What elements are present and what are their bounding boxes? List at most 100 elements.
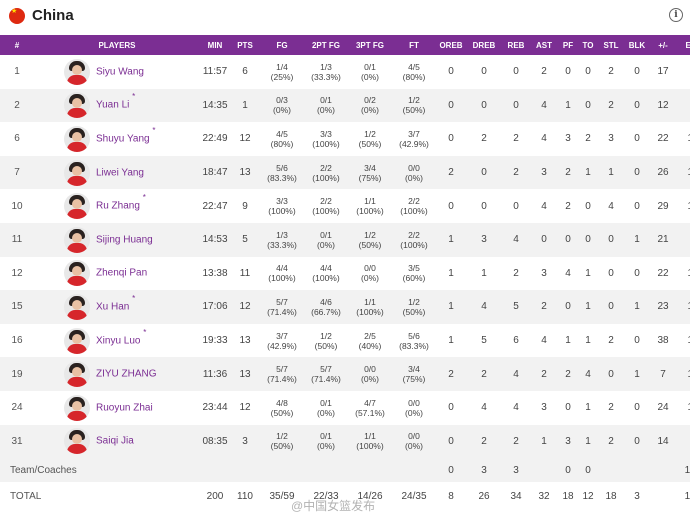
ast-cell: 3 (541, 167, 547, 179)
player-cell[interactable]: Zhenqi Pan (34, 257, 200, 291)
column-header[interactable]: AST (530, 35, 558, 55)
minutes-cell: 17:06 (202, 301, 228, 313)
percentage: (0%) (405, 172, 423, 183)
column-header[interactable]: TO (578, 35, 598, 55)
points-cell: 12 (239, 301, 251, 313)
shooting-cell: 0/0 (0%) (348, 257, 392, 291)
player-row[interactable]: 7 Liwei Yang 18:47 13 5/6 (83.3%) 2/2 (100%) 3/… (0, 155, 690, 190)
reb-cell: 4 (513, 368, 519, 380)
player-cell[interactable]: Sijing Huang (34, 223, 200, 257)
blk-cell: 0 (634, 66, 640, 78)
minutes-cell: 14:53 (202, 234, 228, 246)
column-header[interactable]: PF (558, 35, 578, 55)
player-avatar (64, 125, 90, 152)
player-row[interactable]: 10 Ru Zhang * 22:47 9 3/3 (100%) 2/2 (100%) 1/1(… (0, 189, 690, 223)
percentage: (0%) (317, 105, 335, 116)
to-cell: 2 (585, 133, 591, 145)
column-header[interactable]: DREB (466, 35, 502, 55)
shooting-cell: 2/2 (100%) (304, 189, 348, 223)
player-name-link[interactable]: Ruoyun Zhai (96, 402, 153, 413)
oreb-cell: 0 (448, 200, 454, 212)
column-header[interactable]: # (0, 35, 34, 55)
team-coaches-label: Team/Coaches (10, 464, 77, 476)
player-name-link[interactable]: Sijing Huang (96, 234, 153, 245)
player-name-link[interactable]: Yuan Li (96, 100, 129, 111)
min-total: 200 (206, 490, 224, 502)
info-icon[interactable]: i (669, 8, 683, 22)
column-header[interactable]: FG (260, 35, 304, 55)
player-cell[interactable]: Siyu Wang (34, 55, 200, 89)
player-name-link[interactable]: Shuyu Yang (96, 133, 150, 144)
column-header[interactable]: BLK (624, 35, 650, 55)
column-header[interactable]: EFF (676, 35, 690, 55)
percentage: (100%) (312, 138, 340, 149)
jersey-number: 7 (14, 167, 20, 179)
player-avatar (64, 361, 90, 388)
made-attempted: 0/3 (276, 95, 288, 106)
column-header[interactable]: STL (598, 35, 624, 55)
ft-total: 24/35 (401, 490, 427, 502)
player-row[interactable]: 16 Xinyu Luo * 19:33 13 3/7 (42.9%) 1/2 (50%) 2/… (0, 324, 690, 358)
made-attempted: 1/2 (364, 229, 376, 240)
player-cell[interactable]: Liwei Yang (34, 156, 200, 190)
player-cell[interactable]: Xu Han * (34, 290, 200, 324)
player-cell[interactable]: ZIYU ZHANG (34, 357, 200, 391)
percentage: (100%) (312, 206, 340, 217)
pf-cell: 0 (565, 234, 571, 246)
percentage: (33.3%) (311, 71, 341, 82)
made-attempted: 4/5 (276, 128, 288, 139)
made-attempted: 3/3 (276, 196, 288, 207)
player-name-link[interactable]: ZIYU ZHANG (96, 369, 157, 380)
made-attempted: 3/4 (364, 162, 376, 173)
player-cell[interactable]: Yuan Li * (34, 89, 200, 123)
stl-cell: 3 (608, 133, 614, 145)
column-header[interactable]: FT (392, 35, 436, 55)
shooting-cell: 3/4 (75%) (392, 357, 436, 391)
points-cell: 9 (242, 200, 248, 212)
player-row[interactable]: 12 Zhenqi Pan 13:38 11 4/4 (100%) 4/4 (100%) 0/… (0, 257, 690, 291)
player-name-link[interactable]: Siyu Wang (96, 66, 144, 77)
percentage: (0%) (405, 407, 423, 418)
jersey-number: 16 (11, 335, 23, 347)
player-cell[interactable]: Saiqi Jia (34, 425, 200, 459)
player-cell[interactable]: Ru Zhang * (34, 189, 200, 223)
player-cell[interactable]: Ruoyun Zhai (34, 391, 200, 425)
player-name-link[interactable]: Xu Han (96, 301, 129, 312)
reb-cell: 5 (513, 301, 519, 313)
player-row[interactable]: 31 Saiqi Jia 08:35 3 1/2 (50%) 0/1 (0%) 1/1 (100… (0, 424, 690, 459)
player-row[interactable]: 6 Shuyu Yang * 22:49 12 4/5 (80%) 3/3 (100%) 1/2… (0, 122, 690, 156)
player-name-link[interactable]: Ru Zhang (96, 201, 140, 212)
blk-cell: 0 (634, 335, 640, 347)
column-header[interactable]: PLAYERS (34, 35, 200, 55)
shooting-cell: 5/7 (71.4%) (260, 357, 304, 391)
player-name-link[interactable]: Saiqi Jia (96, 436, 134, 447)
player-name-link[interactable]: Xinyu Luo (96, 335, 140, 346)
column-header[interactable]: PTS (230, 35, 260, 55)
column-header[interactable]: MIN (200, 35, 230, 55)
column-header[interactable]: 3PT FG (348, 35, 392, 55)
player-avatar (64, 428, 90, 455)
player-row[interactable]: 2 Yuan Li * 14:35 1 0/3 (0%) 0/1 (0%) 0/2 (0%) 1/2… (0, 88, 690, 123)
dreb-cell: 3 (481, 464, 487, 476)
dreb-total: 26 (478, 490, 490, 502)
player-cell[interactable]: Xinyu Luo * (34, 324, 200, 358)
player-row[interactable]: 24 Ruoyun Zhai 23:44 12 4/8 (50%) 0/1 (0%) 4/7(… (0, 391, 690, 425)
player-row[interactable]: 15 Xu Han * 17:06 12 5/7 (71.4%) 4/6 (66.7%) 1/1… (0, 290, 690, 324)
made-attempted: 5/7 (320, 364, 332, 375)
reb-cell: 2 (513, 267, 519, 279)
pm-cell: 14 (657, 435, 669, 447)
column-header[interactable]: REB (502, 35, 530, 55)
minutes-cell: 11:57 (202, 66, 228, 78)
made-attempted: 2/2 (408, 196, 420, 207)
player-name-link[interactable]: Liwei Yang (96, 167, 144, 178)
column-header[interactable]: OREB (436, 35, 466, 55)
player-name-link[interactable]: Zhenqi Pan (96, 268, 147, 279)
column-header[interactable]: 2PT FG (304, 35, 348, 55)
percentage: (50%) (358, 138, 382, 149)
player-row[interactable]: 1 Siyu Wang 11:57 6 1/4 (25%) 1/3 (33.3%) 0/1 (0… (0, 55, 690, 89)
column-header[interactable]: +/- (650, 35, 676, 55)
player-row[interactable]: 11 Sijing Huang 14:53 5 1/3 (33.3%) 0/1 (0%) 1/… (0, 222, 690, 257)
player-cell[interactable]: Shuyu Yang * (34, 122, 200, 156)
stl-cell: 0 (608, 267, 614, 279)
player-row[interactable]: 19 ZIYU ZHANG 11:36 13 5/7 (71.4%) 5/7 (71.4%)… (0, 357, 690, 391)
